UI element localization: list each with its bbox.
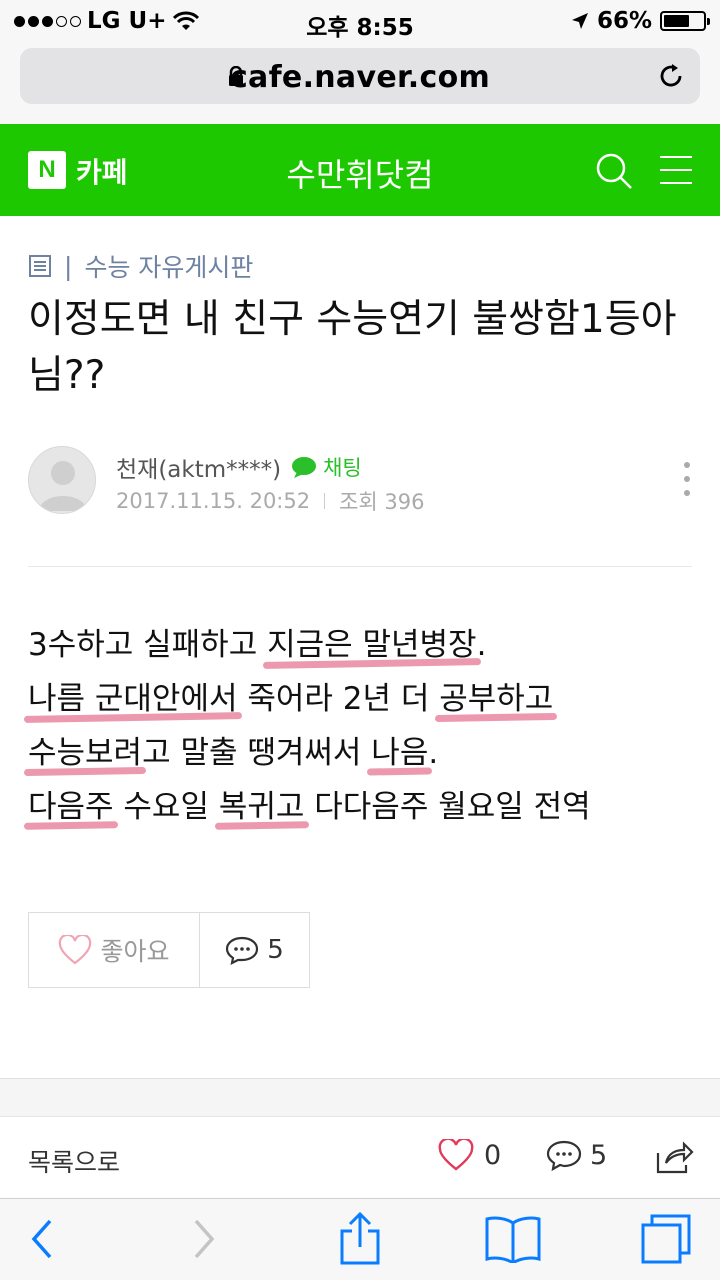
battery-icon [660,11,710,31]
share-sheet-icon[interactable] [338,1211,382,1265]
comment-bubble-icon [546,1140,582,1171]
tabs-icon[interactable] [640,1213,692,1265]
breadcrumb-separator: | [64,251,73,281]
bookmarks-icon[interactable] [484,1215,542,1263]
post-body: 3수하고 실패하고 지금은 말년병장. 나름 군대안에서 죽어라 2년 더 공부하… [28,618,688,834]
author-name[interactable]: 천재(aktm****) [116,450,281,484]
content-divider [28,566,692,567]
back-chevron-icon[interactable] [28,1217,56,1261]
menu-icon[interactable] [660,156,692,195]
browser-toolbar [0,1198,720,1280]
highlighted-text: 지금은 말년병장 [267,618,477,672]
comment-button[interactable]: 5 [200,913,309,987]
post-date: 2017.11.15. 20:52 [116,489,311,513]
view-count: 조회 396 [339,490,425,514]
share-icon[interactable] [654,1139,694,1175]
body-text: 죽어라 2년 더 [237,681,440,717]
post-meta: 2017.11.15. 20:52 조회 396 [116,486,425,516]
location-arrow-icon [571,13,588,29]
body-text: 고 말출 땡겨써서 [142,735,372,771]
more-options-icon[interactable] [684,462,690,504]
heart-outline-icon [438,1139,474,1171]
browser-address-area: cafe.naver.com [0,42,720,124]
comment-bubble-icon [226,936,259,965]
post-title: 이정도면 내 친구 수능연기 불쌍함1등아님?? [28,297,677,398]
default-avatar-icon [39,461,87,511]
post-body-line: 나름 군대안에서 죽어라 2년 더 공부하고 [28,672,688,726]
like-button[interactable]: 좋아요 [29,913,200,987]
chat-bubble-icon [292,457,317,478]
highlighted-text: 나음 [371,726,428,780]
section-separator [0,1078,720,1116]
highlighted-text: 수능보려 [28,726,142,780]
post-body-line: 다음주 수요일 복귀고 다다음주 월요일 전역 [28,780,688,834]
body-text: . [428,735,439,771]
body-text: 3수하고 실패하고 [28,627,268,663]
status-right: 66% [571,8,710,34]
chat-button[interactable]: 채팅 [291,452,362,482]
bottom-comment-button[interactable]: 5 [546,1139,607,1171]
back-to-list-button[interactable]: 목록으로 [28,1143,120,1179]
like-label: 좋아요 [100,937,170,966]
address-bar[interactable]: cafe.naver.com [20,48,700,104]
body-text: 다다음주 월요일 전역 [304,789,591,825]
board-list-icon [29,255,51,277]
avatar[interactable] [28,446,96,514]
highlighted-text: 복귀고 [219,780,305,834]
highlighted-text: 나름 군대안에서 [28,672,238,726]
forward-chevron-icon[interactable] [190,1217,218,1261]
status-bar: LG U+ 오후 8:55 66% [0,0,720,42]
comment-count: 5 [267,935,284,965]
bottom-comment-count: 5 [590,1139,608,1171]
battery-percent: 66% [596,8,652,34]
cafe-header: N 카페 수만휘닷컴 [0,124,720,216]
heart-outline-icon [59,935,92,965]
highlighted-text: 공부하고 [439,672,553,726]
author-row: 천재(aktm****) 채팅 [116,450,362,484]
chat-label: 채팅 [323,456,362,480]
board-name: 수능 자유게시판 [84,253,254,282]
post-body-line: 3수하고 실패하고 지금은 말년병장. [28,618,688,672]
search-icon[interactable] [594,151,634,191]
post-body-line: 수능보려고 말출 땡겨써서 나음. [28,726,688,780]
meta-divider [324,493,326,509]
reaction-box: 좋아요 5 [28,912,310,988]
url-text: cafe.naver.com [229,60,491,95]
bottom-like-count: 0 [484,1139,502,1171]
highlighted-text: 다음주 [28,780,114,834]
reload-icon[interactable] [656,61,686,91]
board-breadcrumb[interactable]: | 수능 자유게시판 [28,248,253,284]
body-text: 수요일 [113,789,219,825]
post-action-bar: 목록으로 0 5 [0,1116,720,1198]
bottom-like-button[interactable]: 0 [438,1139,501,1171]
